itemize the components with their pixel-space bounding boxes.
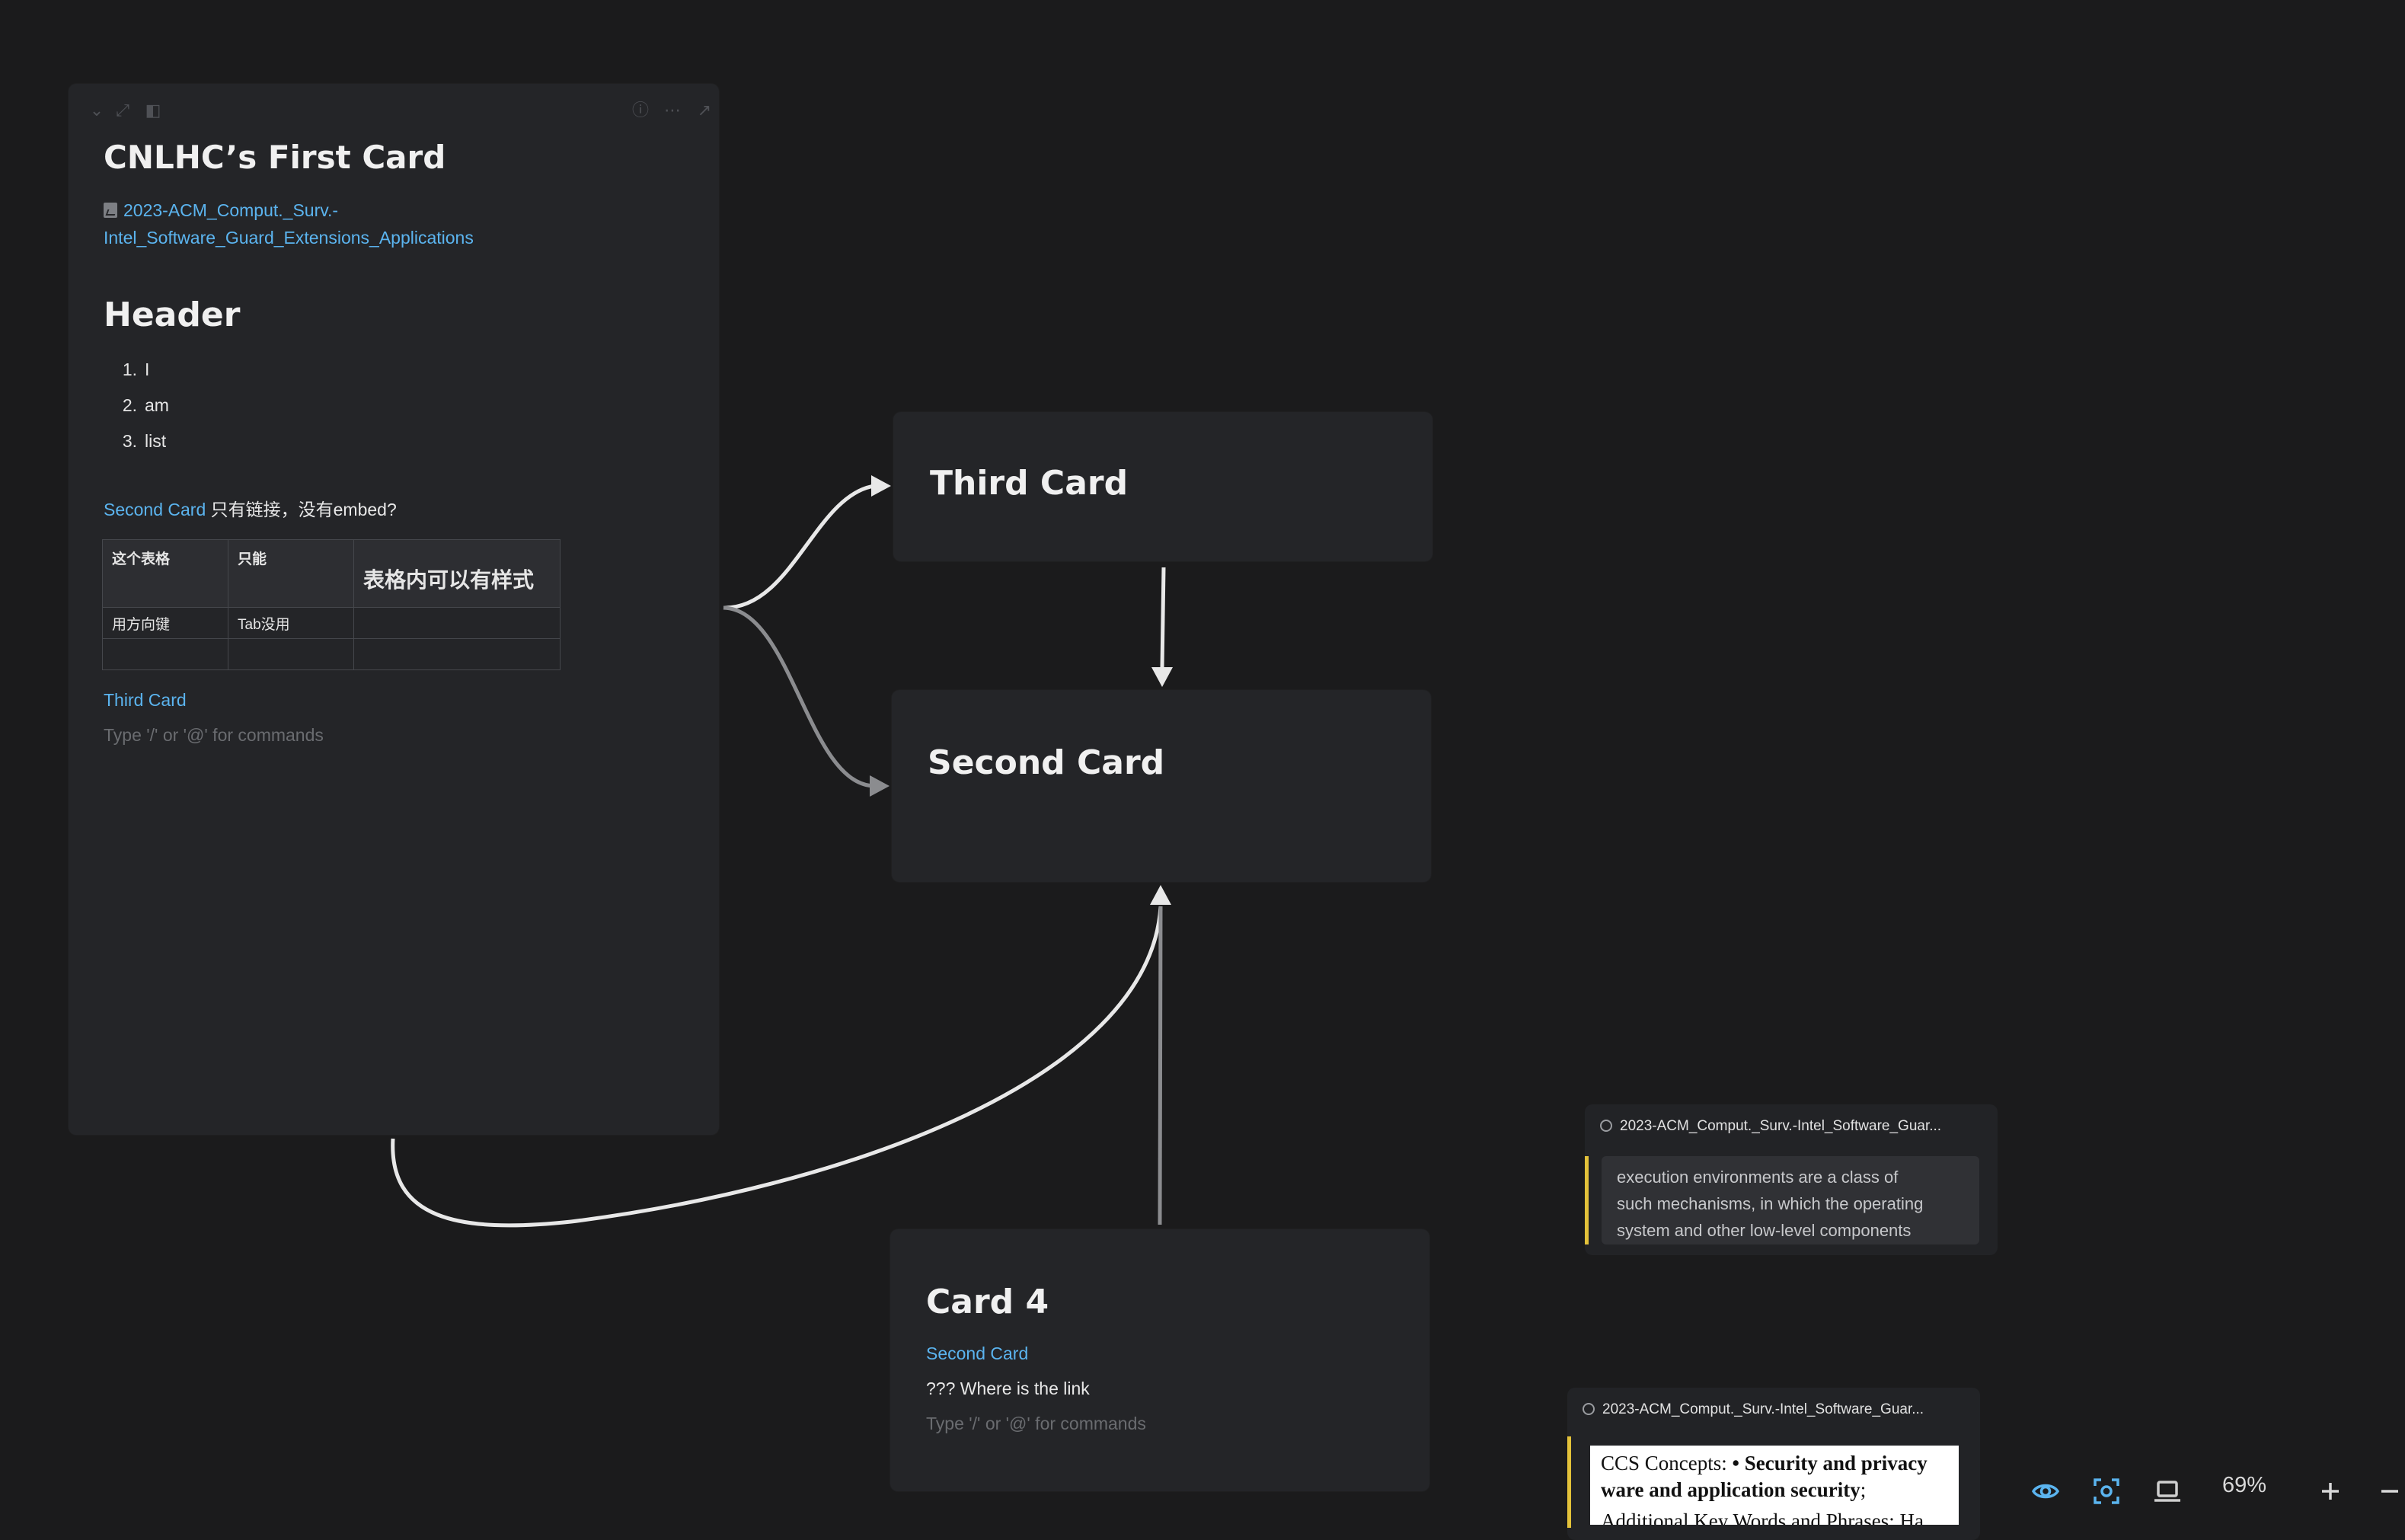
link-line-text: 只有链接，没有embed? <box>206 500 397 519</box>
eye-icon[interactable] <box>2030 1476 2061 1506</box>
table-cell[interactable]: Tab没用 <box>228 607 354 639</box>
pdf-icon <box>104 203 117 218</box>
snippet-source-title: 2023-ACM_Comput._Surv.-Intel_Software_Gu… <box>1620 1118 1942 1134</box>
second-card-link[interactable]: Second Card <box>926 1344 1028 1364</box>
editor-placeholder[interactable]: Type '/' or '@' for commands <box>926 1414 1146 1434</box>
snippet-quote: execution environments are a class of su… <box>1602 1156 1979 1244</box>
pdf-link-line1[interactable]: 2023-ACM_Comput._Surv.- <box>123 200 338 220</box>
card-toolbar: ⌄ ⤢ ◧ ⓘ ⋯ ↗ <box>87 101 711 123</box>
section-heading: Header <box>104 296 241 334</box>
list-item: 2. am <box>104 388 169 423</box>
paper-bold-text: ware and application security <box>1601 1478 1860 1501</box>
edge-card4-to-second <box>1158 906 1163 1225</box>
chevron-down-icon[interactable]: ⌄ <box>87 101 107 120</box>
table-cell[interactable] <box>228 638 354 670</box>
quote-line: such mechanisms, in which the operating <box>1617 1194 1924 1213</box>
plus-icon[interactable] <box>2315 1476 2346 1506</box>
quote-line: execution environments are a class of <box>1617 1168 1899 1187</box>
ordered-list: 1. I 2. am 3. list <box>104 352 169 459</box>
table-header-row: 这个表格 只能 表格内可以有样式 <box>102 539 561 608</box>
table-header-cell[interactable]: 这个表格 <box>102 539 228 608</box>
first-card[interactable]: ⌄ ⤢ ◧ ⓘ ⋯ ↗ CNLHC’s First Card 2023-ACM_… <box>69 84 719 1135</box>
card-text: ??? Where is the link <box>926 1379 1090 1398</box>
laptop-icon[interactable] <box>2152 1476 2183 1506</box>
open-icon[interactable]: ↗ <box>695 101 714 120</box>
pdf-snippet-card[interactable]: 2023-ACM_Comput._Surv.-Intel_Software_Gu… <box>1585 1104 1998 1255</box>
snippet-source[interactable]: 2023-ACM_Comput._Surv.-Intel_Software_Gu… <box>1600 1118 1941 1135</box>
info-icon[interactable]: ⓘ <box>631 101 650 120</box>
paper-text: CCS Concepts: <box>1601 1452 1733 1475</box>
card-4[interactable]: Card 4 Second Card ??? Where is the link… <box>890 1229 1429 1491</box>
list-text: I <box>145 359 150 379</box>
snippet-source[interactable]: 2023-ACM_Comput._Surv.-Intel_Software_Gu… <box>1583 1401 1924 1418</box>
pdf-attachment-link[interactable]: 2023-ACM_Comput._Surv.- Intel_Software_G… <box>104 196 652 251</box>
table[interactable]: 这个表格 只能 表格内可以有样式 用方向键 Tab没用 <box>102 539 561 670</box>
pdf-snippet-card[interactable]: 2023-ACM_Comput._Surv.-Intel_Software_Gu… <box>1567 1388 1980 1540</box>
second-card[interactable]: Second Card <box>892 690 1431 882</box>
snippet-image: CCS Concepts: • Security and privacy war… <box>1590 1446 1959 1525</box>
list-number: 2. <box>122 395 137 415</box>
highlight-icon <box>1600 1120 1612 1132</box>
table-cell[interactable] <box>353 607 561 639</box>
table-cell[interactable] <box>102 638 228 670</box>
list-number: 1. <box>122 359 137 379</box>
edge-third-to-second <box>1160 567 1166 668</box>
table-header-cell[interactable]: 表格内可以有样式 <box>353 539 561 608</box>
expand-icon[interactable]: ⤢ <box>113 101 133 120</box>
table-row <box>102 638 561 670</box>
list-text: am <box>145 395 169 415</box>
card-title: Third Card <box>930 464 1129 503</box>
edge-first-to-second-curve-arrow <box>1150 885 1171 905</box>
zoom-level[interactable]: 69% <box>2222 1473 2266 1498</box>
list-text: list <box>145 431 167 451</box>
card-title: CNLHC’s First Card <box>104 139 446 176</box>
table-header-cell[interactable]: 只能 <box>228 539 354 608</box>
card-title: Card 4 <box>926 1283 1049 1321</box>
list-number: 3. <box>122 431 137 451</box>
focus-icon[interactable] <box>2091 1476 2122 1506</box>
minus-icon[interactable] <box>2375 1476 2405 1506</box>
list-item: 3. list <box>104 423 169 459</box>
highlight-icon <box>1583 1403 1595 1415</box>
highlight-bar <box>1585 1156 1589 1244</box>
edge-first-to-third <box>723 484 875 610</box>
more-icon[interactable]: ⋯ <box>663 101 682 120</box>
second-card-link[interactable]: Second Card <box>104 500 206 519</box>
list-item: 1. I <box>104 352 169 388</box>
editor-placeholder[interactable]: Type '/' or '@' for commands <box>104 725 324 746</box>
table-row: 用方向键 Tab没用 <box>102 607 561 639</box>
paper-text: ; <box>1860 1478 1867 1501</box>
third-card-link[interactable]: Third Card <box>104 690 187 711</box>
third-card[interactable]: Third Card <box>893 412 1432 561</box>
paper-line: CCS Concepts: • Security and privacy <box>1601 1450 1948 1477</box>
split-view-icon[interactable]: ◧ <box>143 101 163 120</box>
table-cell[interactable]: 用方向键 <box>102 607 228 639</box>
table-cell[interactable] <box>353 638 561 670</box>
edge-first-to-second <box>723 605 875 788</box>
snippet-source-title: 2023-ACM_Comput._Surv.-Intel_Software_Gu… <box>1602 1401 1924 1417</box>
paper-line: Additional Key Words and Phrases: Ha <box>1601 1510 1924 1525</box>
link-line: Second Card 只有链接，没有embed? <box>104 495 397 521</box>
edge-first-to-third-arrow <box>871 475 891 497</box>
paper-bold-text: • Security and privacy <box>1732 1452 1928 1475</box>
quote-line: system and other low-level components <box>1617 1221 1912 1240</box>
paper-line: ware and application security; <box>1601 1477 1948 1503</box>
card-title: Second Card <box>928 743 1165 782</box>
edge-first-to-second-arrow <box>870 775 889 797</box>
pdf-link-line2[interactable]: Intel_Software_Guard_Extensions_Applicat… <box>104 228 474 248</box>
highlight-bar <box>1567 1436 1571 1528</box>
edge-third-to-second-arrow <box>1151 667 1173 687</box>
